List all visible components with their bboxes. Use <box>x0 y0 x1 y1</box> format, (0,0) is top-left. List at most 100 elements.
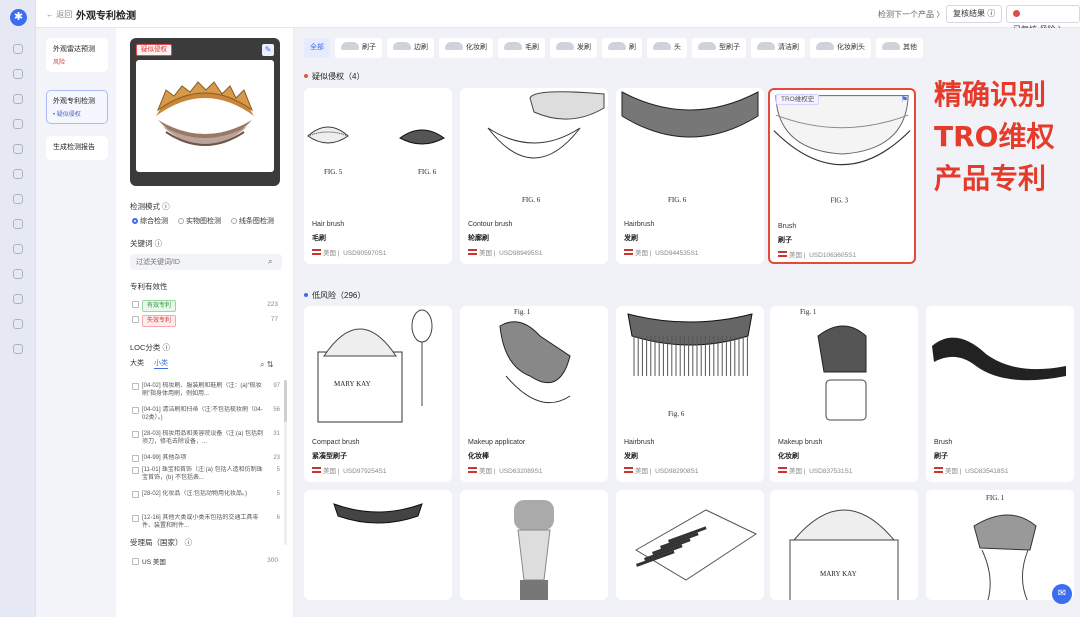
invalid-pill: 失效专利 <box>142 315 177 327</box>
office-label: 受理局（国家） ⓘ <box>130 538 193 547</box>
link-icon[interactable] <box>13 344 23 354</box>
tab-major-class[interactable]: 大类 <box>130 360 144 367</box>
nav-radar-prediction[interactable]: 外观雷达预测 风险 <box>46 38 108 72</box>
validity-valid-row[interactable]: 有效专利 223 <box>132 300 282 312</box>
loc-item[interactable]: [28-03] 梳妆用品和美容院设备（注:(a) 包括剃须刀，修毛去除设备，..… <box>132 430 280 446</box>
category-chip[interactable]: 头 <box>647 38 687 58</box>
patent-drawing <box>932 337 1066 381</box>
nav-generate-report[interactable]: 生成检测报告 <box>46 136 108 160</box>
patent-card[interactable]: FIG. 6 Hairbrush 发刷 美国 | USD944535S1 <box>616 88 764 264</box>
patent-drawing: MARY KAY <box>789 509 899 600</box>
back-link[interactable]: ← 返回 <box>46 9 72 20</box>
patent-card[interactable]: FIG. 6 Contour brush 轮廓刷 美国 | USD989495S1 <box>460 88 608 264</box>
target-icon[interactable] <box>13 244 23 254</box>
loc-item[interactable]: [04-02] 梳妆刷、服装刷和鞋刷（注：(a)“梳妆刷”指身体用刷，例如用..… <box>132 382 280 398</box>
us-flag-icon <box>778 251 787 257</box>
office-us-row[interactable]: US 美国 300 <box>132 556 282 568</box>
us-flag-icon <box>934 467 943 473</box>
patent-drawing: FIG. 6 <box>487 91 605 204</box>
patent-title-cn: 发刷 <box>624 235 638 242</box>
loc-item[interactable]: [04-99] 其他杂项 23 <box>132 454 280 462</box>
patent-id: USD979254S1 <box>343 468 387 475</box>
patent-card[interactable]: Fig. 1 Makeup brush 化妆刷 美国 | USD837531S1 <box>770 306 918 482</box>
section-low-risk: 低风险（296） <box>304 290 365 301</box>
category-chip[interactable]: 全部 <box>304 38 330 58</box>
category-chip[interactable]: 刷子 <box>335 38 382 58</box>
patent-card[interactable]: Fig. 6 Hairbrush 发刷 美国 | USD982908S1 <box>616 306 764 482</box>
section-suspected: 疑似侵权（4） <box>304 71 364 82</box>
us-flag-icon <box>778 467 787 473</box>
patent-card[interactable] <box>616 490 764 600</box>
next-detect-link[interactable]: 检测下一个产品 〉 <box>878 9 944 20</box>
top-bar: ← 返回 外观专利检测 检测下一个产品 〉 复核结果 ⓘ 已复核-风险 〉 <box>36 0 1080 34</box>
patent-card[interactable]: FIG. 1 <box>926 490 1074 600</box>
patent-title-cn: 发刷 <box>624 453 638 460</box>
patent-card[interactable]: FIG. 3 Brush 刷子 美国 | USD1063605S1 TRO维权史 ⚑ <box>768 88 916 264</box>
nav-patent-detection[interactable]: 外观专利检测 • 疑似侵权 <box>46 90 108 124</box>
mode-radio-photo[interactable]: 实物图检测 <box>177 218 221 225</box>
patent-drawing: FIG. 5 FIG. 6 <box>307 126 445 176</box>
shield-icon[interactable] <box>13 44 23 54</box>
grid-icon[interactable] <box>13 94 23 104</box>
patent-meta: 美国 | USD837531S1 <box>778 465 852 475</box>
category-chip[interactable]: 发刷 <box>550 38 597 58</box>
mode-radio-combined[interactable]: 综合检测 <box>132 218 168 225</box>
brush-thumbnail-icon <box>445 42 463 50</box>
patent-card[interactable]: Brush 刷子 美国 | USD835418S1 <box>926 306 1074 482</box>
figure-label: Fig. 6 <box>668 410 685 418</box>
patent-drawing: Fig. 1 <box>499 308 571 404</box>
app-logo-icon[interactable]: ✱ <box>10 9 27 26</box>
patent-card[interactable] <box>460 490 608 600</box>
patent-card[interactable] <box>304 490 452 600</box>
review-button[interactable]: 复核结果 ⓘ <box>946 5 1003 23</box>
category-chips: 全部 刷子 边刷 化妆刷 毛刷 发刷刷头型刷子 清洁刷 化妆刷头 其他 <box>304 38 928 60</box>
keyword-search-input[interactable] <box>130 254 282 270</box>
patent-card[interactable]: MARY KAY Compact brush 紧凑型刷子 美国 | USD9792… <box>304 306 452 482</box>
bookmark-icon[interactable]: ⚑ <box>901 95 908 104</box>
category-chip[interactable]: 清洁刷 <box>751 38 805 58</box>
patent-card[interactable]: FIG. 5 FIG. 6 Hair brush 毛刷 美国 | USD905970… <box>304 88 452 264</box>
search-icon[interactable]: ⌕ <box>268 257 272 267</box>
patent-title-en: Hairbrush <box>624 439 655 446</box>
category-chip[interactable]: 边刷 <box>387 38 434 58</box>
patent-card[interactable]: Fig. 1 Makeup applicator 化妆棒 美国 | USD6320… <box>460 306 608 482</box>
tab-minor-class[interactable]: 小类 <box>153 360 168 369</box>
status-button[interactable]: 已复核-风险 〉 <box>1006 5 1080 34</box>
mode-radio-line[interactable]: 线条图检测 <box>230 218 274 225</box>
loc-item[interactable]: [28-02] 化妆品（注:包括动物用化妆品。) 5 <box>132 490 280 498</box>
patent-drawing <box>333 503 423 524</box>
pin-icon[interactable] <box>13 144 23 154</box>
category-chip[interactable]: 化妆刷头 <box>810 38 871 58</box>
us-flag-icon <box>312 467 321 473</box>
category-chip[interactable]: 化妆刷 <box>439 38 493 58</box>
loc-item[interactable]: [04-01] 清洁刷和扫帚（注:不包括梳妆刷（04-02类）。) 56 <box>132 406 280 422</box>
category-chip[interactable]: 型刷子 <box>692 38 746 58</box>
chat-icon[interactable]: ✉ <box>1052 584 1072 604</box>
loc-scrollbar[interactable] <box>284 380 287 545</box>
loc-item[interactable]: [12-16] 其他大类或小类未包括的交通工具零件、装置和附件... 6 <box>132 514 280 530</box>
bank-icon[interactable] <box>13 269 23 279</box>
us-flag-icon <box>624 467 633 473</box>
search-icon[interactable]: ⌕ <box>260 360 264 369</box>
search-icon[interactable] <box>13 294 23 304</box>
patent-title-en: Makeup applicator <box>468 439 526 446</box>
expand-icon[interactable] <box>13 319 23 329</box>
loc-item[interactable]: [11-01] 珠宝和首饰（注:(a) 包括人造和仿制珠宝首饰，(b) 不包括表… <box>132 466 280 482</box>
risk-dot-icon <box>1013 10 1020 17</box>
car-icon[interactable] <box>13 69 23 79</box>
category-chip[interactable]: 其他 <box>876 38 923 58</box>
category-chip[interactable]: 毛刷 <box>498 38 545 58</box>
clock-icon[interactable] <box>13 219 23 229</box>
sort-icon[interactable]: ⇅ <box>267 360 274 369</box>
edit-icon[interactable]: ✎ <box>262 44 274 56</box>
patent-drawing: FIG. 6 <box>621 91 759 204</box>
patent-drawing: FIG. 3 <box>773 95 911 205</box>
validity-invalid-row[interactable]: 失效专利 77 <box>132 315 282 327</box>
patent-meta: 美国 | USD979254S1 <box>312 465 386 475</box>
category-chip[interactable]: 刷 <box>602 38 642 58</box>
patent-card[interactable]: MARY KAY <box>770 490 918 600</box>
list-icon[interactable] <box>13 194 23 204</box>
gear-icon[interactable] <box>13 119 23 129</box>
document-icon[interactable] <box>13 169 23 179</box>
loc-tabs: 大类 小类 <box>130 358 176 369</box>
